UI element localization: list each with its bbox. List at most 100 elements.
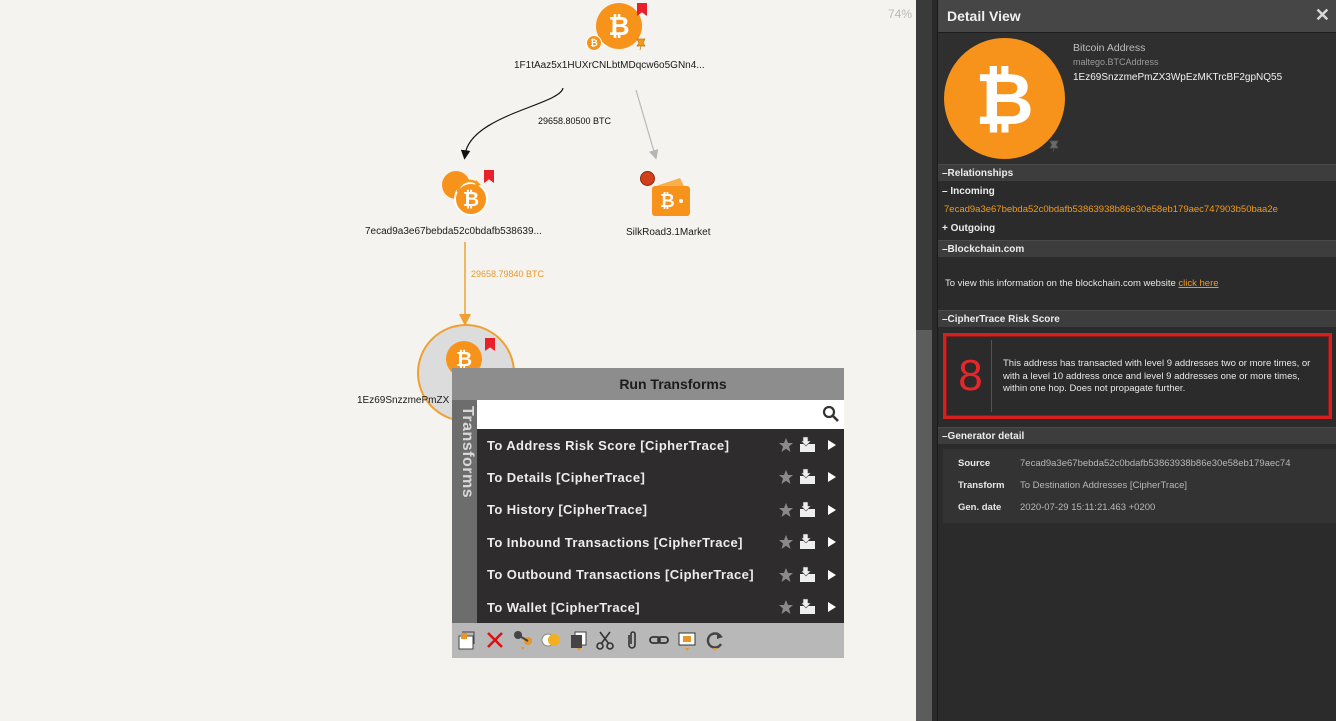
detail-view-header: Detail View ✕: [938, 0, 1336, 33]
entity-summary: ₿ Bitcoin Address maltego.BTCAddress 1Ez…: [938, 33, 1336, 164]
click-here-link[interactable]: click here: [1178, 278, 1218, 289]
download-icon[interactable]: [799, 598, 816, 615]
generator-row-date: Gen. date 2020-07-29 15:11:21.463 +0200: [943, 497, 1336, 519]
generator-table: Source 7ecad9a3e67bebda52c0bdafb53863938…: [943, 449, 1336, 523]
blockchain-text: To view this information on the blockcha…: [945, 278, 1176, 289]
incoming-link[interactable]: 7ecad9a3e67bebda52c0bdafb53863938b86e30e…: [938, 200, 1336, 219]
section-relationships[interactable]: –Relationships: [938, 164, 1336, 181]
transform-list: To Address Risk Score [CipherTrace] To D…: [477, 429, 844, 623]
chain-icon[interactable]: [648, 629, 670, 651]
transform-item-label: To Inbound Transactions [CipherTrace]: [487, 534, 743, 550]
gen-source-value: 7ecad9a3e67bebda52c0bdafb53863938b86e30e…: [1020, 458, 1291, 469]
download-icon[interactable]: [799, 501, 816, 518]
star-icon[interactable]: [778, 567, 794, 583]
entity-value[interactable]: 1Ez69SnzzmePmZX3WpEzMKTrcBF2gpNQ55: [1073, 72, 1282, 83]
gen-source-key: Source: [958, 458, 991, 469]
gen-transform-key: Transform: [958, 480, 1005, 491]
transform-item-label: To Wallet [CipherTrace]: [487, 599, 640, 615]
node-label-selected: 1Ez69SnzzmePmZX: [357, 395, 450, 406]
pin-icon[interactable]: [1047, 139, 1061, 153]
wallet-icon: ₿: [652, 178, 690, 216]
detail-view-panel: Detail View ✕ ₿ Bitcoin Address maltego.…: [937, 0, 1336, 721]
gen-date-key: Gen. date: [958, 502, 1002, 513]
detail-view-title: Detail View: [947, 8, 1021, 24]
download-icon[interactable]: [799, 468, 816, 485]
delete-icon[interactable]: [484, 629, 506, 651]
toggle-icon[interactable]: [540, 629, 562, 651]
star-icon[interactable]: [778, 437, 794, 453]
transform-item-risk-score[interactable]: To Address Risk Score [CipherTrace]: [477, 429, 844, 461]
star-icon[interactable]: [778, 502, 794, 518]
transform-item-history[interactable]: To History [CipherTrace]: [477, 494, 844, 526]
add-entity-icon[interactable]: [456, 629, 478, 651]
incoming-toggle[interactable]: – Incoming: [938, 183, 1336, 200]
node-wallet[interactable]: ₿: [440, 168, 498, 218]
copy-icon[interactable]: [568, 629, 590, 651]
section-ciphertrace[interactable]: –CipherTrace Risk Score: [938, 310, 1336, 327]
risk-score-box: 8 This address has transacted with level…: [943, 333, 1332, 419]
run-arrow-icon[interactable]: [828, 440, 836, 450]
transform-item-inbound[interactable]: To Inbound Transactions [CipherTrace]: [477, 526, 844, 558]
select-icon[interactable]: [676, 629, 698, 651]
scrollbar-thumb[interactable]: [916, 330, 932, 721]
transform-item-label: To Details [CipherTrace]: [487, 470, 646, 486]
star-icon[interactable]: [778, 534, 794, 550]
edge-label-2: 29658.79840 BTC: [471, 269, 545, 279]
node-label-wallet: 7ecad9a3e67bebda52c0bdafb538639...: [365, 226, 542, 237]
run-arrow-icon[interactable]: [828, 537, 836, 548]
outgoing-toggle[interactable]: + Outgoing: [938, 220, 1336, 237]
attach-icon[interactable]: [621, 629, 643, 651]
cycle-arrows-icon: [456, 179, 481, 193]
search-icon[interactable]: [822, 405, 840, 423]
node-source-address[interactable]: ₿ ₿: [586, 3, 652, 55]
generator-row-transform: Transform To Destination Addresses [Ciph…: [943, 475, 1336, 497]
pin-icon: [636, 38, 646, 51]
flag-icon: [637, 3, 647, 16]
risk-score-text: This address has transacted with level 9…: [1003, 358, 1311, 394]
risk-score-value: 8: [950, 340, 992, 412]
run-arrow-icon[interactable]: [828, 569, 836, 580]
link-icon[interactable]: [512, 629, 534, 651]
transform-item-wallet[interactable]: To Wallet [CipherTrace]: [477, 591, 844, 623]
gen-transform-value: To Destination Addresses [CipherTrace]: [1020, 480, 1188, 491]
edge-source-to-silkroad: [635, 89, 659, 160]
node-label-source: 1F1tAaz5x1HUXrCNLbtMDqcw6o5GNn4...: [514, 60, 705, 71]
graph-canvas[interactable]: 74% 29658.80500 BTC 29658.79840 BTC ₿ ₿ …: [0, 0, 916, 721]
transform-search-box: [477, 400, 844, 429]
section-blockchain[interactable]: –Blockchain.com: [938, 240, 1336, 257]
transform-item-details[interactable]: To Details [CipherTrace]: [477, 461, 844, 493]
flag-icon: [484, 170, 494, 183]
node-label-silkroad: SilkRoad3.1Market: [626, 227, 711, 238]
transform-search-input[interactable]: [477, 400, 807, 429]
transform-item-label: To Address Risk Score [CipherTrace]: [487, 437, 730, 453]
section-generator[interactable]: –Generator detail: [938, 427, 1336, 444]
download-icon[interactable]: [799, 436, 816, 453]
star-icon[interactable]: [778, 599, 794, 615]
run-transforms-title: Run Transforms: [452, 368, 844, 400]
run-arrow-icon[interactable]: [828, 472, 836, 483]
cut-icon[interactable]: [594, 629, 616, 651]
download-icon[interactable]: [799, 533, 816, 550]
close-icon[interactable]: ✕: [1315, 6, 1330, 24]
transforms-side-tab: Transforms: [452, 400, 477, 623]
star-icon[interactable]: [778, 469, 794, 485]
download-icon[interactable]: [799, 566, 816, 583]
run-arrow-icon[interactable]: [828, 601, 836, 612]
transform-item-label: To History [CipherTrace]: [487, 502, 648, 518]
transform-item-outbound[interactable]: To Outbound Transactions [CipherTrace]: [477, 559, 844, 591]
svg-text:₿: ₿: [660, 191, 675, 212]
generator-row-source: Source 7ecad9a3e67bebda52c0bdafb53863938…: [943, 453, 1336, 475]
edge-label-1: 29658.80500 BTC: [538, 116, 612, 126]
entity-type: Bitcoin Address: [1073, 42, 1146, 54]
transform-item-label: To Outbound Transactions [CipherTrace]: [487, 567, 755, 583]
run-arrow-icon[interactable]: [828, 504, 836, 515]
node-silkroad[interactable]: ₿: [636, 168, 696, 220]
run-transforms-popup[interactable]: Run Transforms Transforms To Address Ris…: [452, 368, 844, 658]
transforms-side-label: Transforms: [459, 406, 476, 499]
transforms-toolbar: [452, 623, 844, 658]
blockchain-info: To view this information on the blockcha…: [938, 257, 1336, 310]
bitcoin-small-icon: ₿: [586, 35, 602, 51]
entity-class: maltego.BTCAddress: [1073, 57, 1159, 67]
canvas-vertical-scrollbar[interactable]: [916, 0, 932, 721]
refresh-icon[interactable]: [704, 629, 726, 651]
